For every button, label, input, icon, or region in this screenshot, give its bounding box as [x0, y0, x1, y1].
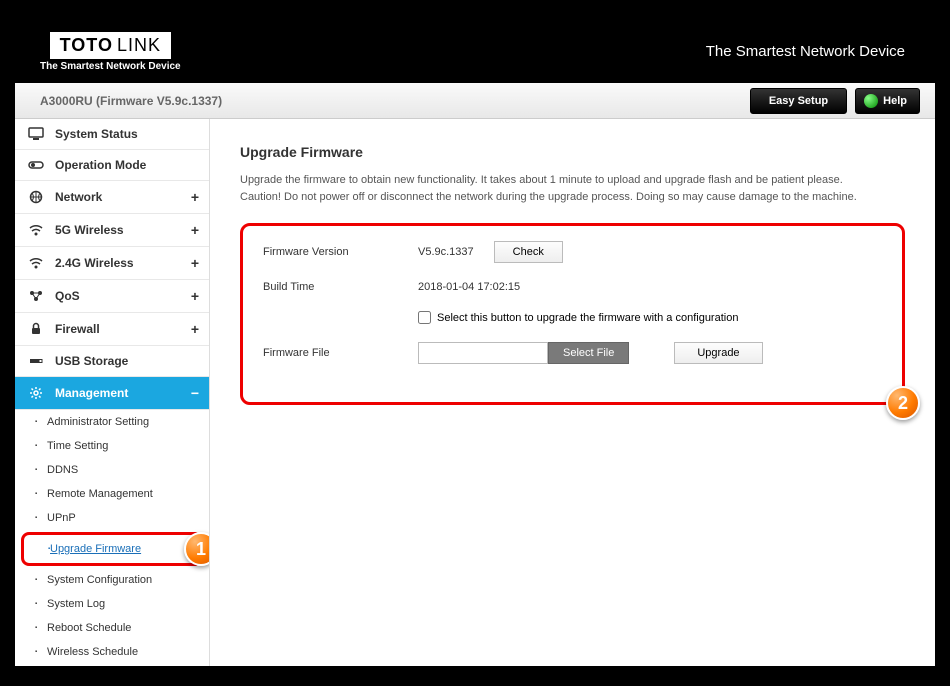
logo-text-a: TOTO [60, 35, 113, 56]
sub-item-remote[interactable]: Remote Management [15, 482, 209, 506]
expand-icon: + [191, 222, 199, 238]
annotation-badge-2: 2 [886, 386, 920, 420]
row-checkbox: Select this button to upgrade the firmwa… [418, 311, 882, 324]
sub-item-logout[interactable]: Logout [15, 664, 209, 666]
nav-label: Network [55, 190, 102, 204]
label-firmware-file: Firmware File [263, 347, 418, 359]
sidebar-item-24g-wireless[interactable]: 2.4G Wireless + [15, 247, 209, 280]
annotation-badge-1: 1 [184, 532, 210, 566]
expand-icon: + [191, 255, 199, 271]
sidebar-item-firewall[interactable]: Firewall + [15, 313, 209, 346]
sidebar-item-usb-storage[interactable]: USB Storage [15, 346, 209, 377]
label-firmware-version: Firmware Version [263, 246, 418, 258]
sub-item-system-configuration[interactable]: System Configuration [15, 568, 209, 592]
qos-icon [27, 289, 45, 303]
nav-label: Operation Mode [55, 158, 146, 172]
nav-label: 5G Wireless [55, 223, 124, 237]
checkbox-label: Select this button to upgrade the firmwa… [437, 312, 738, 324]
monitor-icon [27, 127, 45, 141]
nav-label: 2.4G Wireless [55, 256, 134, 270]
nav-label: QoS [55, 289, 80, 303]
help-icon [864, 94, 878, 108]
page-description: Upgrade the firmware to obtain new funct… [240, 172, 905, 205]
row-firmware-version: Firmware Version V5.9c.1337 Check [263, 241, 882, 263]
sub-item-reboot-schedule[interactable]: Reboot Schedule [15, 616, 209, 640]
app-window: TOTO LINK The Smartest Network Device Th… [15, 20, 935, 666]
sub-item-upnp[interactable]: UPnP [15, 506, 209, 530]
help-button[interactable]: Help [855, 88, 920, 114]
sub-item-system-log[interactable]: System Log [15, 592, 209, 616]
help-label: Help [883, 95, 907, 107]
upgrade-with-config-checkbox[interactable] [418, 311, 431, 324]
subheader-bar: A3000RU (Firmware V5.9c.1337) Easy Setup… [15, 83, 935, 119]
logo-main: TOTO LINK [50, 32, 171, 59]
expand-icon: + [191, 288, 199, 304]
logo-tagline: The Smartest Network Device [40, 61, 181, 72]
logo-text-b: LINK [117, 35, 161, 56]
label-build-time: Build Time [263, 281, 418, 293]
row-firmware-file: Firmware File Select File Upgrade [263, 342, 882, 364]
lock-icon [27, 322, 45, 336]
content-area: Upgrade Firmware Upgrade the firmware to… [210, 119, 935, 666]
logo: TOTO LINK The Smartest Network Device [40, 32, 181, 72]
header-buttons: Easy Setup Help [750, 88, 920, 114]
value-build-time: 2018-01-04 17:02:15 [418, 281, 520, 293]
sidebar-item-operation-mode[interactable]: Operation Mode [15, 150, 209, 181]
select-file-button[interactable]: Select File [548, 342, 629, 364]
switch-icon [27, 158, 45, 172]
sub-item-admin[interactable]: Administrator Setting [15, 410, 209, 434]
sidebar-item-5g-wireless[interactable]: 5G Wireless + [15, 214, 209, 247]
page-title: Upgrade Firmware [240, 144, 905, 160]
nav-label: USB Storage [55, 354, 128, 368]
nav-label: Management [55, 386, 128, 400]
sub-item-upgrade-firmware[interactable]: Upgrade Firmware [28, 537, 196, 561]
device-info: A3000RU (Firmware V5.9c.1337) [40, 94, 222, 108]
header-bar: TOTO LINK The Smartest Network Device Th… [15, 20, 935, 83]
file-input[interactable] [418, 342, 548, 364]
sidebar-item-management[interactable]: Management − [15, 377, 209, 410]
wifi-icon [27, 256, 45, 270]
upgrade-button[interactable]: Upgrade [674, 342, 762, 364]
collapse-icon: − [191, 385, 199, 401]
nav-label: Firewall [55, 322, 100, 336]
sub-item-wireless-schedule[interactable]: Wireless Schedule [15, 640, 209, 664]
header-tagline: The Smartest Network Device [706, 43, 905, 60]
sidebar-item-network[interactable]: Network + [15, 181, 209, 214]
annotation-frame-1: Upgrade Firmware 1 [21, 532, 203, 566]
gear-icon [27, 386, 45, 400]
expand-icon: + [191, 321, 199, 337]
sub-item-time[interactable]: Time Setting [15, 434, 209, 458]
easy-setup-button[interactable]: Easy Setup [750, 88, 847, 114]
row-build-time: Build Time 2018-01-04 17:02:15 [263, 281, 882, 293]
value-firmware-version: V5.9c.1337 [418, 246, 474, 258]
sidebar: System Status Operation Mode Network + 5… [15, 119, 210, 666]
globe-icon [27, 190, 45, 204]
annotation-frame-2: Firmware Version V5.9c.1337 Check Build … [240, 223, 905, 405]
sidebar-item-system-status[interactable]: System Status [15, 119, 209, 150]
wifi-icon [27, 223, 45, 237]
usb-icon [27, 354, 45, 368]
sidebar-item-qos[interactable]: QoS + [15, 280, 209, 313]
check-button[interactable]: Check [494, 241, 563, 263]
expand-icon: + [191, 189, 199, 205]
body-row: System Status Operation Mode Network + 5… [15, 119, 935, 666]
nav-label: System Status [55, 127, 138, 141]
sub-item-ddns[interactable]: DDNS [15, 458, 209, 482]
